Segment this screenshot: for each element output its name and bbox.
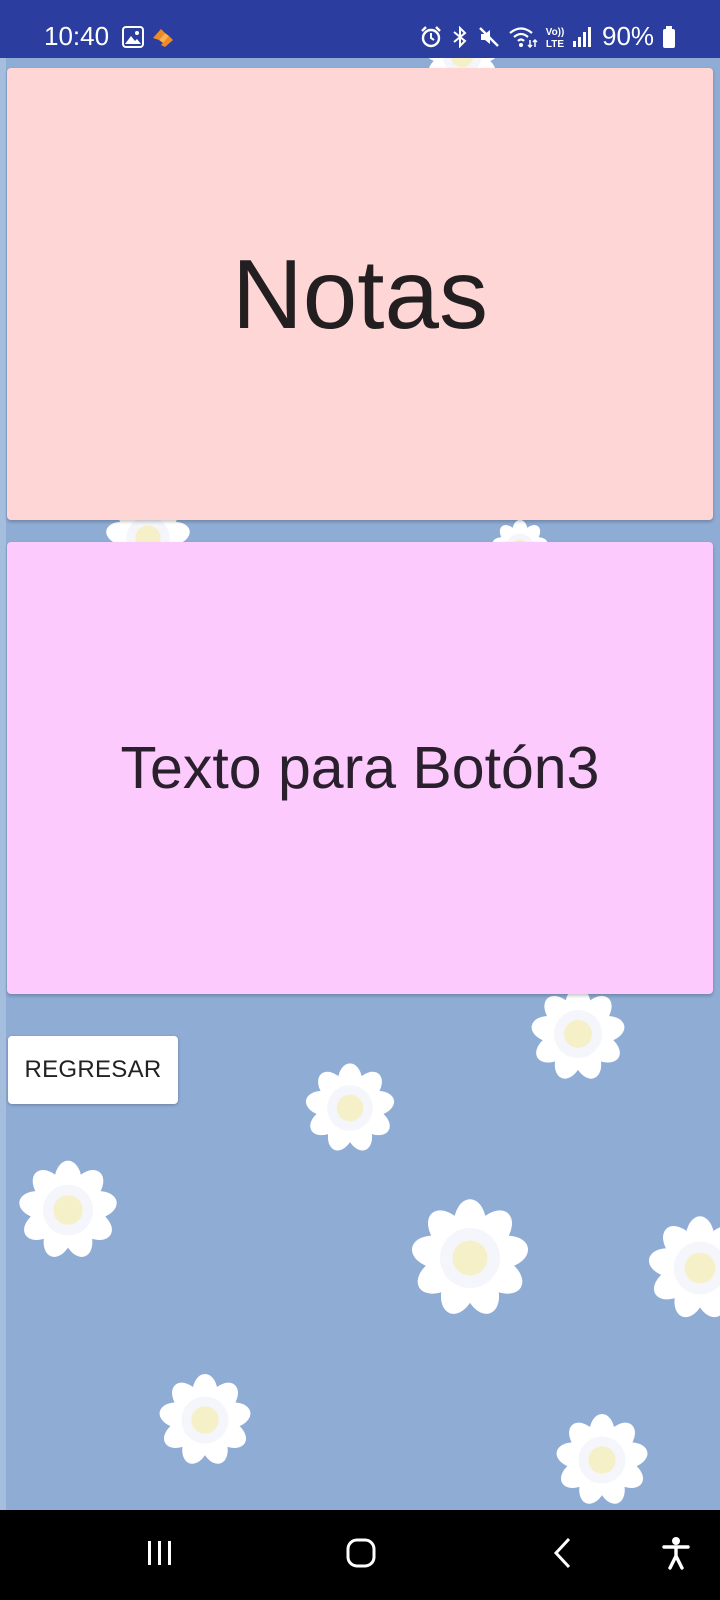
- recent-apps-button[interactable]: [130, 1530, 190, 1580]
- recent-apps-icon: [145, 1539, 175, 1572]
- back-button[interactable]: [533, 1530, 593, 1580]
- notes-card-button[interactable]: Notas: [7, 68, 713, 520]
- mute-icon: [478, 26, 500, 53]
- battery-icon: [662, 26, 676, 53]
- status-time: 10:40: [44, 21, 110, 51]
- back-icon: [551, 1536, 575, 1575]
- alarm-icon: [420, 26, 442, 53]
- content-left-edge: [0, 58, 6, 1510]
- accessibility-button[interactable]: [646, 1530, 706, 1580]
- text-card-label: Texto para Botón3: [120, 735, 600, 801]
- svg-text:Vo)): Vo)): [546, 27, 565, 38]
- svg-text:LTE: LTE: [546, 39, 564, 50]
- signal-icon: [572, 26, 592, 53]
- regresar-button-label: REGRESAR: [24, 1056, 162, 1083]
- volte-icon: Vo)) LTE: [544, 24, 566, 55]
- image-icon: [122, 26, 144, 53]
- home-icon: [345, 1537, 377, 1574]
- navigation-bar: [0, 1510, 720, 1600]
- home-button[interactable]: [331, 1530, 391, 1580]
- status-bar: 10:40 Vo)) LTE 90%: [0, 0, 720, 58]
- accessibility-icon: [661, 1536, 691, 1575]
- app-notification-icon: [150, 26, 176, 53]
- battery-percentage: 90%: [602, 21, 655, 51]
- bluetooth-icon: [451, 25, 469, 53]
- wifi-icon: [508, 26, 538, 53]
- notes-card-label: Notas: [231, 238, 488, 349]
- main-content: Notas Texto para Botón3 REGRESAR: [0, 58, 720, 1510]
- regresar-button[interactable]: REGRESAR: [8, 1036, 178, 1104]
- text-card-button[interactable]: Texto para Botón3: [7, 542, 713, 994]
